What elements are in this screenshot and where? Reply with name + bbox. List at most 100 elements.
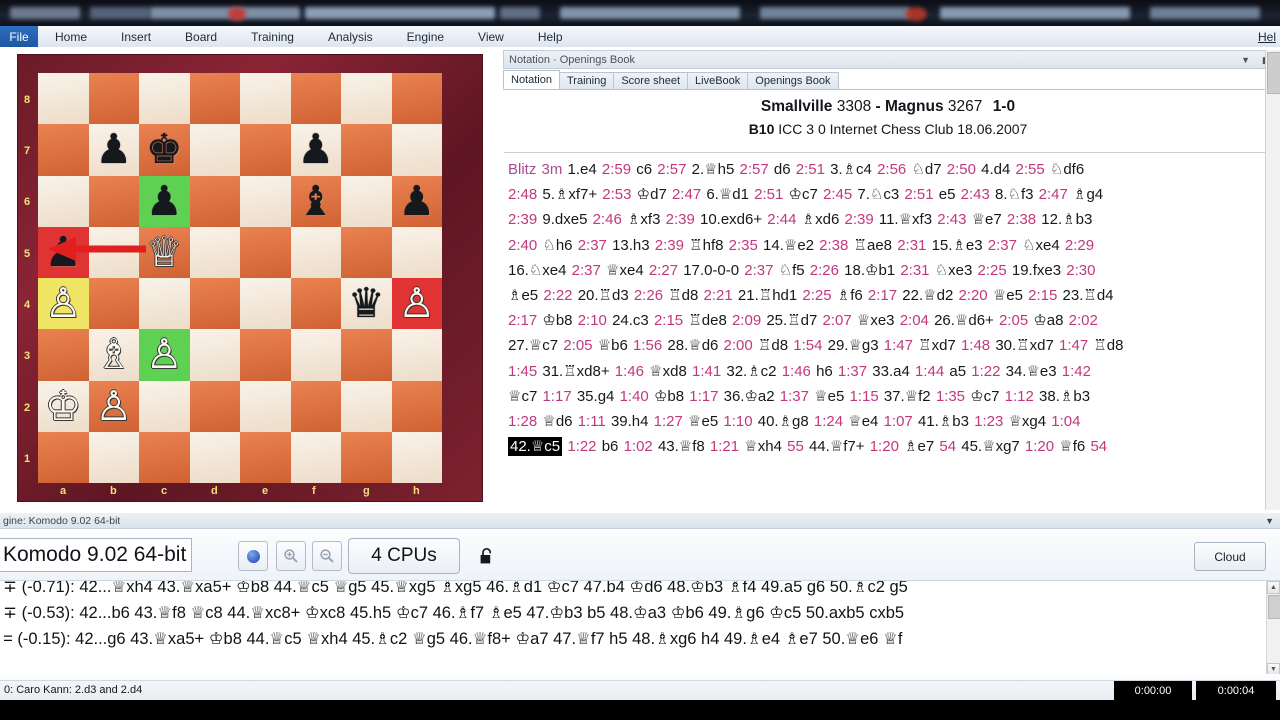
move-line[interactable]: 27.♕c7 2:05 ♕b6 1:56 28.♕d6 2:00 ♖d8 1:5… bbox=[508, 333, 1274, 358]
move-token[interactable]: ♗e5 bbox=[508, 287, 538, 304]
move-token[interactable]: ♔c7 bbox=[789, 186, 818, 203]
move-clock[interactable]: 2:17 bbox=[508, 312, 537, 329]
move-token[interactable]: ♕xe3 bbox=[857, 312, 895, 329]
piece-bp-f7[interactable]: ♟ bbox=[291, 124, 342, 175]
move-clock[interactable]: 1:17 bbox=[542, 388, 571, 405]
move-clock[interactable]: 1:22 bbox=[971, 363, 1000, 380]
move-clock[interactable]: 2:39 bbox=[666, 211, 695, 228]
move-clock[interactable]: 2:30 bbox=[1066, 262, 1095, 279]
move-line[interactable]: 2:48 5.♗xf7+ 2:53 ♔d7 2:47 6.♕d1 2:51 ♔c… bbox=[508, 182, 1274, 207]
move-token[interactable]: ♘xe4 bbox=[1022, 237, 1060, 254]
move-token[interactable]: ♘d7 bbox=[911, 161, 941, 178]
move-clock[interactable]: 2:26 bbox=[634, 287, 663, 304]
move-token[interactable]: ♗f6 bbox=[837, 287, 863, 304]
move-clock[interactable]: 2:00 bbox=[724, 337, 753, 354]
notation-scrollbar[interactable] bbox=[1265, 50, 1280, 510]
move-clock[interactable]: 1:46 bbox=[615, 363, 644, 380]
piece-wp-h4[interactable]: ♙ bbox=[392, 278, 443, 329]
move-token[interactable]: 18.♔b1 bbox=[844, 262, 895, 279]
piece-bq-g4[interactable]: ♛ bbox=[341, 278, 392, 329]
board-square-a1[interactable] bbox=[38, 431, 89, 483]
move-clock[interactable]: 2:27 bbox=[649, 262, 678, 279]
move-list[interactable]: Blitz 3m 1.e4 2:59 c6 2:57 2.♕h5 2:57 d6… bbox=[508, 157, 1274, 547]
move-clock[interactable]: 1:56 bbox=[633, 337, 662, 354]
board-square-b1[interactable] bbox=[88, 431, 139, 483]
board-square-a6[interactable] bbox=[38, 175, 89, 227]
board-square-e3[interactable] bbox=[240, 329, 291, 381]
move-token[interactable]: 32.♗c2 bbox=[726, 363, 776, 380]
move-clock[interactable]: 2:47 bbox=[1039, 186, 1068, 203]
board-square-b7[interactable]: ♟ bbox=[88, 124, 140, 176]
move-clock[interactable]: 1:27 bbox=[654, 413, 683, 430]
move-clock[interactable]: 1:47 bbox=[884, 337, 913, 354]
move-clock[interactable]: 2:37 bbox=[578, 237, 607, 254]
board-square-h3[interactable] bbox=[391, 329, 442, 381]
board-square-c6[interactable]: ♟ bbox=[139, 175, 190, 227]
move-token[interactable]: ♖de8 bbox=[688, 312, 726, 329]
board-square-b5[interactable] bbox=[88, 226, 139, 278]
board-squares-grid[interactable]: ♟ ♚ ♟ ♟ ♝ ♟ ♟ ♕ ♙ ♛ ♙ ♗ ♙ ♔ ♙ bbox=[38, 73, 442, 483]
move-clock[interactable]: 2:39 bbox=[844, 211, 873, 228]
move-token[interactable]: 31.♖xd8+ bbox=[542, 363, 609, 380]
piece-bp-h6[interactable]: ♟ bbox=[392, 176, 443, 227]
board-square-c5[interactable]: ♕ bbox=[139, 226, 190, 278]
piece-wp-a4[interactable]: ♙ bbox=[38, 278, 89, 329]
board-square-b8[interactable] bbox=[88, 73, 139, 125]
move-clock[interactable]: 2:04 bbox=[900, 312, 929, 329]
board-square-h2[interactable] bbox=[391, 380, 442, 432]
move-clock[interactable]: 2:31 bbox=[900, 262, 929, 279]
move-clock[interactable]: 2:55 bbox=[1016, 161, 1045, 178]
menu-item-home[interactable]: Home bbox=[38, 26, 104, 47]
move-clock[interactable]: 1:15 bbox=[849, 388, 878, 405]
piece-bp-c6[interactable]: ♟ bbox=[139, 176, 190, 227]
engine-panel-titlebar[interactable]: gine: Komodo 9.02 64-bit ▼ bbox=[0, 513, 1280, 529]
move-token[interactable]: ♗xf3 bbox=[627, 211, 660, 228]
move-token[interactable]: ♖hf8 bbox=[689, 237, 723, 254]
engine-scrollbar[interactable]: ▲ ▼ bbox=[1266, 581, 1280, 676]
move-token[interactable]: ♕e4 bbox=[848, 413, 878, 430]
move-token[interactable]: 9.dxe5 bbox=[542, 211, 587, 228]
board-square-e1[interactable] bbox=[240, 431, 291, 483]
move-clock[interactable]: 2:05 bbox=[563, 337, 592, 354]
move-token[interactable]: 29.♕g3 bbox=[828, 337, 879, 354]
move-line[interactable]: 2:39 9.dxe5 2:46 ♗xf3 2:39 10.exd6+ 2:44… bbox=[508, 207, 1274, 232]
move-clock[interactable]: 1:42 bbox=[1062, 363, 1091, 380]
move-token[interactable]: 34.♕e3 bbox=[1006, 363, 1057, 380]
piece-bp-b7[interactable]: ♟ bbox=[89, 124, 140, 175]
move-token[interactable]: 41.♗b3 bbox=[918, 413, 969, 430]
tab-livebook[interactable]: LiveBook bbox=[687, 72, 749, 89]
move-clock[interactable]: 2:02 bbox=[1069, 312, 1098, 329]
move-clock[interactable]: 2:53 bbox=[602, 186, 631, 203]
move-clock[interactable]: 1:10 bbox=[723, 413, 752, 430]
move-clock[interactable]: 1:04 bbox=[1051, 413, 1080, 430]
chevron-down-icon[interactable]: ▼ bbox=[1265, 516, 1274, 526]
board-square-h7[interactable] bbox=[391, 124, 442, 176]
move-token[interactable]: ♗g4 bbox=[1073, 186, 1103, 203]
move-token[interactable]: ♖d8 bbox=[1093, 337, 1123, 354]
engine-name-field[interactable]: Komodo 9.02 64-bit bbox=[0, 538, 192, 572]
move-token[interactable]: 1.e4 bbox=[568, 161, 597, 178]
move-clock[interactable]: 2:48 bbox=[508, 186, 537, 203]
move-clock[interactable]: 2:39 bbox=[508, 211, 537, 228]
move-clock[interactable]: 2:37 bbox=[572, 262, 601, 279]
board-square-g8[interactable] bbox=[341, 73, 392, 125]
board-square-f2[interactable] bbox=[290, 380, 341, 432]
move-clock[interactable]: 2:57 bbox=[657, 161, 686, 178]
board-square-b4[interactable] bbox=[88, 278, 139, 330]
move-clock[interactable]: 2:07 bbox=[823, 312, 852, 329]
move-token[interactable]: ♕e7 bbox=[972, 211, 1002, 228]
move-clock[interactable]: 2:51 bbox=[754, 186, 783, 203]
menu-item-analysis[interactable]: Analysis bbox=[311, 26, 390, 47]
board-square-a2[interactable]: ♔ bbox=[38, 380, 89, 432]
move-line[interactable]: 42.♕c5 1:22 b6 1:02 43.♕f8 1:21 ♕xh4 55 … bbox=[508, 434, 1274, 459]
move-clock[interactable]: 1:28 bbox=[508, 413, 537, 430]
move-clock[interactable]: 1:17 bbox=[689, 388, 718, 405]
board-square-d6[interactable] bbox=[189, 175, 240, 227]
move-token[interactable]: 6.♕d1 bbox=[706, 186, 749, 203]
piece-bp-a5[interactable]: ♟ bbox=[38, 227, 89, 278]
board-square-f7[interactable]: ♟ bbox=[290, 124, 342, 176]
move-token[interactable]: 20.♖d3 bbox=[578, 287, 629, 304]
board-square-h1[interactable] bbox=[391, 431, 442, 483]
move-token[interactable]: 12.♗b3 bbox=[1041, 211, 1092, 228]
board-square-e4[interactable] bbox=[240, 278, 291, 330]
